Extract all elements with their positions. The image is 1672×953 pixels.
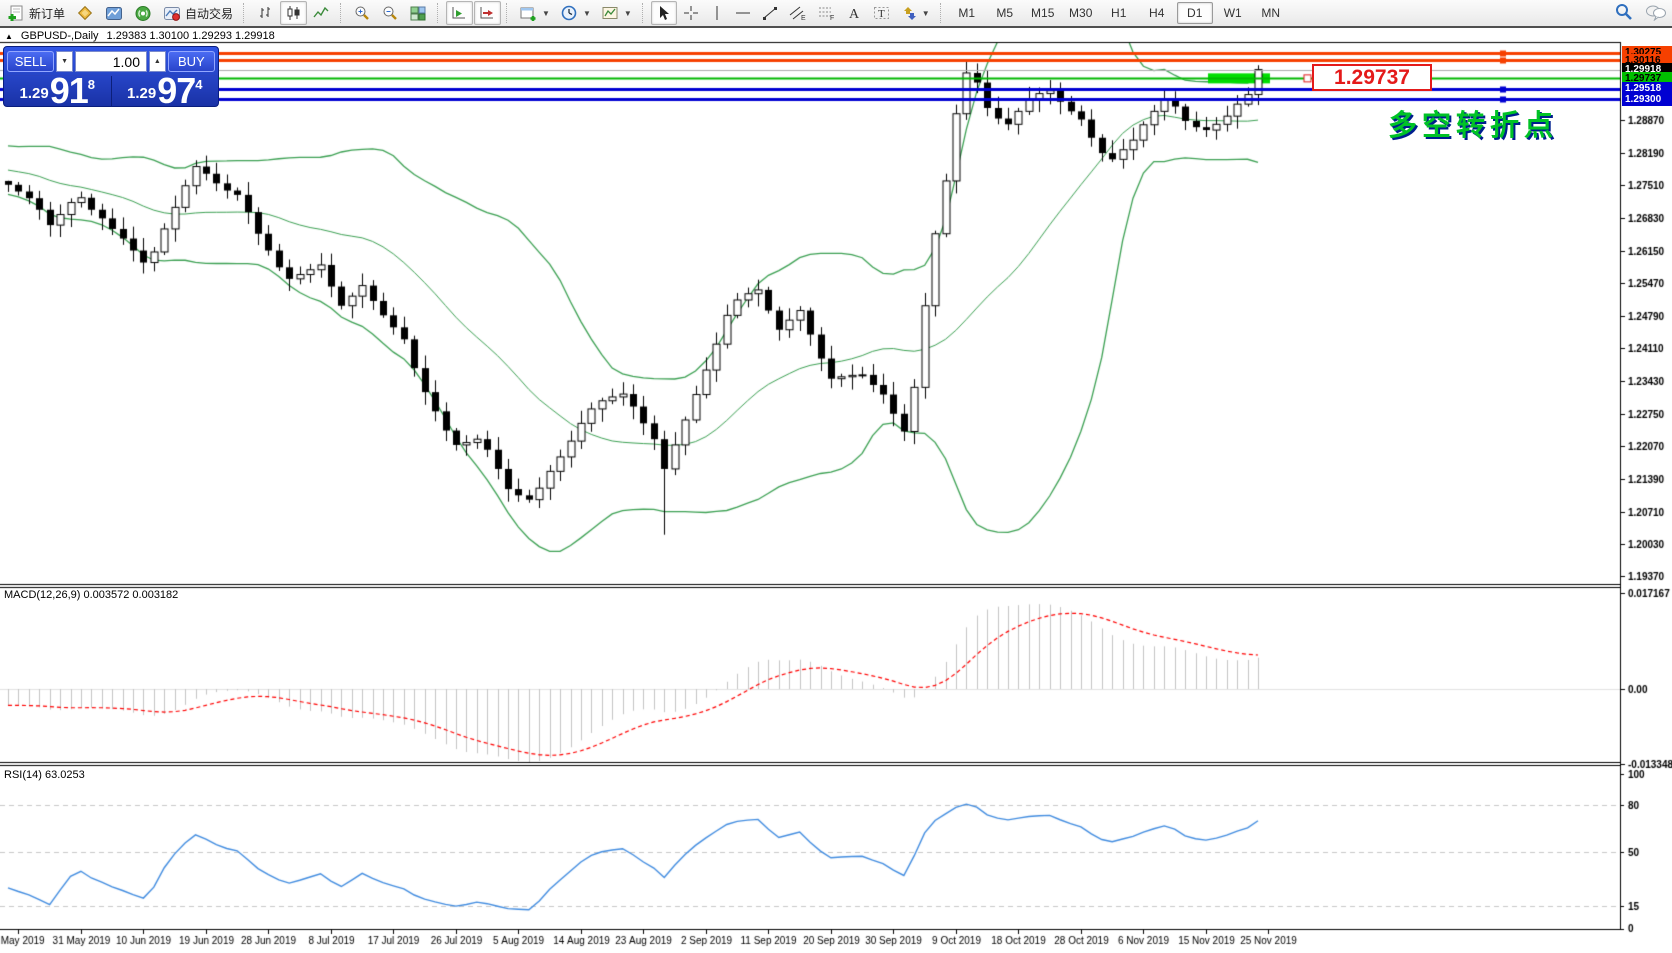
tile-windows-icon[interactable]: [405, 1, 432, 25]
toolbar-separator: [940, 3, 945, 23]
crosshair-icon[interactable]: [678, 1, 704, 25]
volume-increase-button[interactable]: ▲: [149, 51, 166, 72]
timeframe-button-m5[interactable]: M5: [987, 2, 1023, 24]
timeframe-button-m15[interactable]: M15: [1025, 2, 1061, 24]
one-click-trading-panel: SELL ▼ ▲ BUY 1.29 91 8 1.29 97 4: [3, 46, 219, 107]
volume-input[interactable]: [75, 51, 147, 72]
community-chat-icon[interactable]: [1645, 3, 1667, 24]
toolbar-separator: [642, 3, 647, 23]
ohlc-values: 1.29383 1.30100 1.29293 1.29918: [107, 30, 275, 42]
toolbar-separator: [506, 3, 511, 23]
search-icon[interactable]: [1614, 2, 1633, 24]
auto-trading-button[interactable]: 自动交易: [158, 1, 238, 25]
market-watch-icon[interactable]: [100, 1, 128, 25]
svg-text:F: F: [830, 15, 834, 21]
svg-text:A: A: [849, 7, 860, 21]
toolbar: 新订单 自动交易 ▼ ▼: [0, 0, 1672, 28]
svg-text:E: E: [801, 15, 806, 21]
buy-price-pip: 4: [195, 77, 202, 92]
pivot-annotation: 多空转折点: [1388, 102, 1558, 144]
templates-icon[interactable]: ▼: [597, 1, 637, 25]
new-chart-icon[interactable]: ▼: [515, 1, 555, 25]
bar-chart-icon[interactable]: [252, 1, 279, 25]
buy-price[interactable]: 1.29 97 4: [112, 76, 219, 107]
dropdown-caret-icon: ▼: [922, 9, 930, 18]
timeframe-button-h4[interactable]: H4: [1139, 2, 1175, 24]
auto-scroll-icon[interactable]: [446, 1, 473, 25]
text-icon[interactable]: A: [842, 1, 867, 25]
toolbar-right-icons: [1614, 2, 1667, 24]
new-order-button[interactable]: 新订单: [3, 1, 70, 25]
cursor-icon[interactable]: [651, 1, 677, 25]
timeframe-button-h1[interactable]: H1: [1101, 2, 1137, 24]
sell-price[interactable]: 1.29 91 8: [4, 76, 111, 107]
candlestick-chart-icon[interactable]: [280, 1, 307, 25]
horizontal-line-icon[interactable]: [730, 1, 756, 25]
svg-text:T: T: [878, 8, 885, 20]
chart-symbol-line: ▲ GBPUSD-,Daily 1.29383 1.30100 1.29293 …: [5, 30, 275, 42]
buy-price-big: 97: [157, 77, 195, 105]
equidistant-channel-icon[interactable]: E: [784, 1, 812, 25]
symbol-period-label: GBPUSD-,Daily: [21, 30, 99, 42]
timeframe-button-m30[interactable]: M30: [1063, 2, 1099, 24]
dropdown-caret-icon: ▼: [542, 9, 550, 18]
periods-icon[interactable]: ▼: [556, 1, 596, 25]
macd-pane-divider[interactable]: [0, 581, 1620, 587]
rsi-pane-divider[interactable]: [0, 760, 1620, 766]
macd-indicator-label: MACD(12,26,9) 0.003572 0.003182: [4, 589, 178, 601]
mt4-window: { "icons": {"collapse":"▲","spin_down":"…: [0, 0, 1672, 953]
sell-price-prefix: 1.29: [20, 85, 49, 102]
dropdown-caret-icon: ▼: [624, 9, 632, 18]
trade-panel-prices: 1.29 91 8 1.29 97 4: [4, 76, 218, 107]
dropdown-caret-icon: ▼: [583, 9, 591, 18]
toolbar-separator: [243, 3, 248, 23]
volume-decrease-button[interactable]: ▼: [56, 51, 73, 72]
zoom-in-icon[interactable]: [349, 1, 376, 25]
fibonacci-icon[interactable]: F: [813, 1, 841, 25]
toolbar-separator: [340, 3, 345, 23]
timeframe-button-m1[interactable]: M1: [949, 2, 985, 24]
line-chart-icon[interactable]: [308, 1, 335, 25]
sell-price-pip: 8: [88, 77, 95, 92]
new-order-label: 新订单: [29, 5, 65, 22]
buy-price-prefix: 1.29: [127, 85, 156, 102]
text-label-icon[interactable]: T: [868, 1, 895, 25]
signals-icon[interactable]: [129, 1, 157, 25]
panel-collapse-arrow-icon[interactable]: ▲: [5, 32, 13, 41]
sell-button[interactable]: SELL: [7, 51, 54, 72]
arrows-icon[interactable]: ▼: [896, 1, 935, 25]
rsi-indicator-label: RSI(14) 63.0253: [4, 769, 85, 781]
timeframe-group: M1M5M15M30H1H4D1W1MN: [949, 2, 1289, 24]
price-flag: 1.29300: [1622, 93, 1672, 106]
trendline-icon[interactable]: [757, 1, 783, 25]
timeframe-button-mn[interactable]: MN: [1253, 2, 1289, 24]
zoom-out-icon[interactable]: [377, 1, 404, 25]
buy-button[interactable]: BUY: [168, 51, 215, 72]
auto-trading-label: 自动交易: [185, 5, 233, 22]
timeframe-button-w1[interactable]: W1: [1215, 2, 1251, 24]
profiles-icon[interactable]: [71, 1, 99, 25]
toolbar-separator: [437, 3, 442, 23]
price-callout-label[interactable]: 1.29737: [1312, 64, 1432, 91]
sell-price-big: 91: [50, 77, 88, 105]
timeframe-button-d1[interactable]: D1: [1177, 2, 1213, 24]
vertical-line-icon[interactable]: [705, 1, 729, 25]
chart-shift-icon[interactable]: [474, 1, 501, 25]
